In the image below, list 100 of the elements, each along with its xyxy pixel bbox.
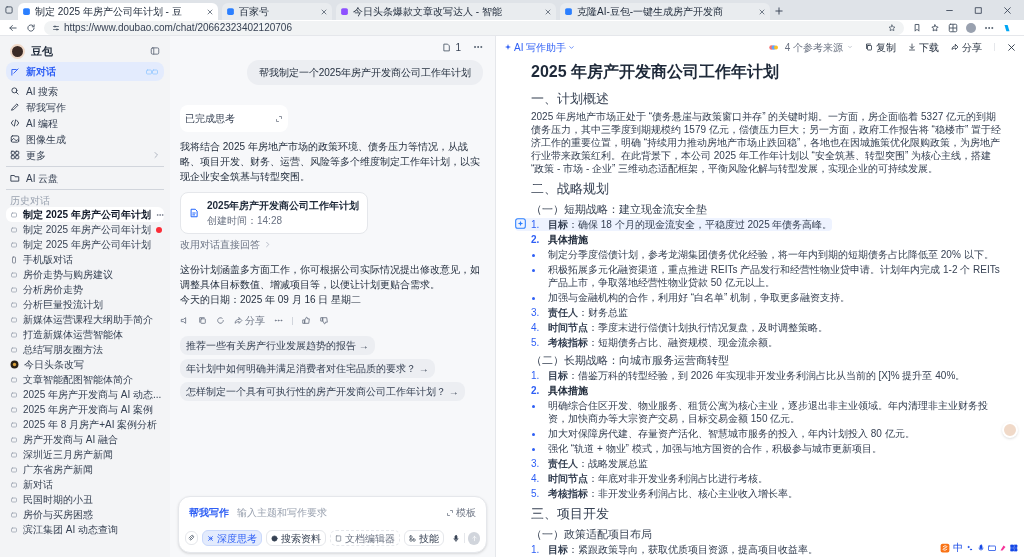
toolbar-button[interactable]: 下载 <box>908 39 939 55</box>
grid-icon <box>408 534 416 542</box>
ime-logo-icon[interactable] <box>940 542 950 553</box>
favorites-icon[interactable] <box>930 22 940 33</box>
switch-link[interactable]: 改用对话直接回答 <box>180 237 271 252</box>
history-item[interactable]: 制定 2025 年房产公司年计划 <box>6 222 164 237</box>
tab-actions-icon[interactable] <box>4 5 14 15</box>
history-item[interactable]: 民国时期的小丑 <box>6 492 164 507</box>
suggestion-chip[interactable]: 年计划中如何明确并满足消费者对住宅品质的要求？ → <box>180 359 435 378</box>
thumbs-up-icon[interactable] <box>302 316 311 325</box>
punctuation-icon[interactable] <box>966 543 974 552</box>
microphone-icon[interactable] <box>977 543 985 552</box>
extension-icon[interactable] <box>912 22 922 33</box>
page-icon <box>226 7 235 16</box>
url-text: https://www.doubao.com/chat/20662323402120706 <box>64 21 293 35</box>
tool-toggle[interactable]: 搜索资料 <box>265 530 326 546</box>
nav-item[interactable]: AI 云盘 <box>6 170 164 186</box>
history-item[interactable]: 2025 年房产开发商与 AI 动态... <box>6 387 164 402</box>
back-icon[interactable] <box>8 22 18 33</box>
numbered-item: 3. 责任人：财务总监 <box>530 306 628 319</box>
close-icon[interactable] <box>1007 42 1016 52</box>
address-bar[interactable]: https://www.doubao.com/chat/20662323402120706 <box>44 20 904 35</box>
nav-item[interactable]: 图像生成 <box>6 131 164 147</box>
message-text: 我将结合 2025 年房地产市场的政策环境、债务压力等情况，从战略、项目开发、财务、运营、风险等多个维度制定工作年计划，以实现企业安全筑基与转型突围。 <box>180 140 481 184</box>
close-icon[interactable] <box>1003 6 1012 15</box>
share-button[interactable]: 分享 <box>234 313 265 328</box>
history-item[interactable]: 制定 2025 年房产公司年计划 <box>6 207 164 222</box>
nav-item[interactable]: 更多 <box>6 147 164 163</box>
history-item[interactable]: 新对话 <box>6 477 164 492</box>
nav-item[interactable]: AI 编程 <box>6 115 164 131</box>
star-icon[interactable] <box>888 23 896 32</box>
browser-tab[interactable]: 克隆AI-豆包-一键生成房产开发商 <box>560 3 770 20</box>
microphone-icon[interactable] <box>451 533 460 543</box>
tool-toggle[interactable]: 深度思考 <box>201 530 262 546</box>
profile-avatar[interactable] <box>966 22 976 33</box>
history-item[interactable]: 2025 年房产开发商与 AI 案例 <box>6 402 164 417</box>
history-item[interactable]: 手机版对话 <box>6 252 164 267</box>
numbered-item: 4. 时间节点：季度末进行偿债计划执行情况复盘，及时调整策略。 <box>530 321 828 334</box>
tool-toggle[interactable]: 技能 <box>403 530 444 546</box>
grid-icon[interactable] <box>1010 543 1018 552</box>
speaker-icon[interactable] <box>180 316 189 325</box>
sidebar-toggle-icon[interactable] <box>150 46 160 56</box>
history-item[interactable]: 广东省房产新闻 <box>6 462 164 477</box>
phone-icon <box>10 255 18 264</box>
ime-language[interactable]: 中 <box>953 540 963 555</box>
browser-tab[interactable]: 制定 2025 年房产公司年计划 - 豆 <box>18 3 218 20</box>
history-item[interactable]: 分析房价走势 <box>6 282 164 297</box>
history-item[interactable]: 房产开发商与 AI 融合 <box>6 432 164 447</box>
history-item[interactable]: 总结写朋友圈方法 <box>6 342 164 357</box>
nav-item[interactable]: AI 搜索 <box>6 83 164 99</box>
history-item[interactable]: 制定 2025 年房产公司年计划 <box>6 237 164 252</box>
history-item[interactable]: 文章智能配图智能体简介 <box>6 372 164 387</box>
writing-mode-label[interactable]: 帮我写作 <box>189 505 229 520</box>
collections-icon[interactable] <box>948 22 958 33</box>
copilot-icon[interactable] <box>1002 22 1012 33</box>
message-text: 这份计划涵盖多方面工作，你可根据公司实际情况提出修改意见，如调整具体目标数值、增减项目等，以便让计划更贴合需求。 <box>180 263 481 292</box>
history-item[interactable]: 今日头条改写 <box>6 357 164 372</box>
thumbs-down-icon[interactable] <box>320 316 329 325</box>
nav-item[interactable]: 帮我写作 <box>6 99 164 115</box>
atom-icon <box>206 534 214 542</box>
browser-tab[interactable]: 百家号 <box>222 3 332 20</box>
regenerate-icon[interactable] <box>216 316 225 325</box>
site-info-icon[interactable] <box>52 23 60 32</box>
history-item[interactable]: 房价与买房困惑 <box>6 507 164 522</box>
keyboard-icon[interactable] <box>988 543 996 552</box>
toolbar-button[interactable]: 分享 <box>951 39 982 55</box>
history-item[interactable]: 房价走势与购房建议 <box>6 267 164 282</box>
template-button[interactable]: 模板 <box>446 505 476 520</box>
history-item[interactable]: 分析巨量投流计划 <box>6 297 164 312</box>
new-tab-icon[interactable] <box>774 6 784 16</box>
shortcut-icon <box>144 67 160 76</box>
ai-assist-icon[interactable] <box>515 218 526 229</box>
attach-button[interactable] <box>185 531 198 545</box>
expand-icon[interactable] <box>275 114 283 123</box>
suggestion-chip[interactable]: 怎样制定一个具有可执行性的房产开发商公司工作年计划？ → <box>180 382 465 401</box>
history-item[interactable]: 2025 年 8 月房产+AI 案例分析 <box>6 417 164 432</box>
browser-tab[interactable]: 今日头条爆款文章改写达人 - 智能 <box>336 3 556 20</box>
page-icon <box>340 7 349 16</box>
user-message: 帮我制定一个2025年房产开发商公司工作年计划 <box>246 60 483 85</box>
history-item[interactable]: 深圳近三月房产新闻 <box>6 447 164 462</box>
copy-icon[interactable] <box>198 316 207 325</box>
document-time: 创建时间：14:28 <box>207 214 284 228</box>
nav-item[interactable]: 新对话 <box>6 62 164 81</box>
suggestion-chip[interactable]: 推荐一些有关房产行业发展趋势的报告 → <box>180 336 375 355</box>
history-item[interactable]: 新媒体运营课程大纲助手简介 <box>6 312 164 327</box>
thinking-card[interactable]: 已完成思考 <box>180 105 288 132</box>
skin-icon[interactable] <box>999 543 1007 552</box>
document-card[interactable]: 2025年房产开发商公司工作年计划 创建时间：14:28 <box>180 192 369 234</box>
more-icon[interactable] <box>274 316 283 325</box>
history-item[interactable]: 打造新媒体运营智能体 <box>6 327 164 342</box>
history-item[interactable]: 滨江集团 AI 动态查询 <box>6 522 164 537</box>
assistant-dropdown[interactable]: AI 写作助手 <box>504 39 576 55</box>
toolbar-button[interactable]: 复制 <box>865 39 896 55</box>
close-icon[interactable] <box>206 7 214 16</box>
sources-dropdown[interactable]: 4 个参考来源 <box>765 39 853 55</box>
subsection-heading: （一）短期战略：建立现金流安全垫 <box>531 202 708 216</box>
document-icon[interactable] <box>442 42 452 52</box>
prompt-input[interactable]: 输入主题和写作要求 <box>237 505 438 520</box>
maximize-icon[interactable] <box>974 6 983 15</box>
reload-icon[interactable] <box>26 22 36 33</box>
